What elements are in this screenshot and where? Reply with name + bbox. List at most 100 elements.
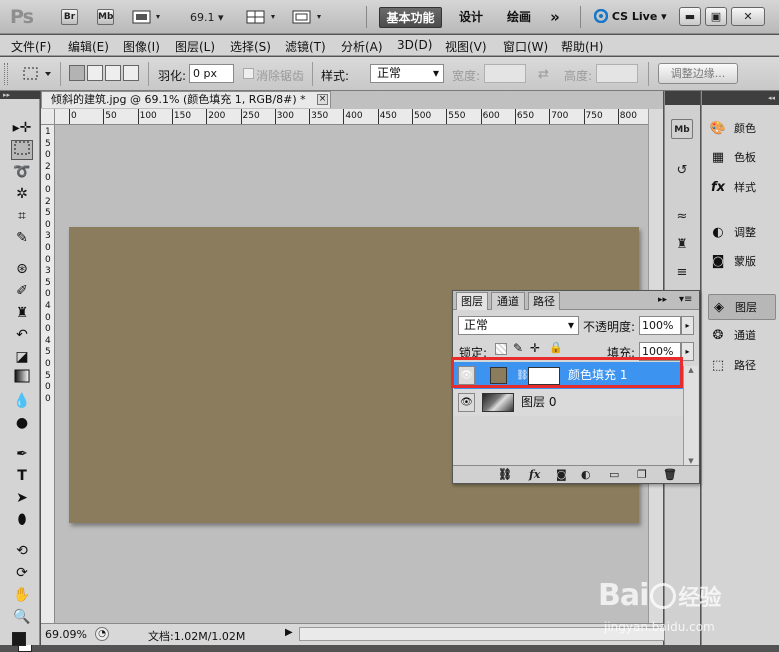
masks-panel-tab[interactable]: ◙ 蒙版 xyxy=(708,249,776,275)
menu-view[interactable]: 视图(V) xyxy=(445,38,487,55)
workspace-design[interactable]: 设计 xyxy=(452,7,490,28)
clone-stamp-tool[interactable]: ♜ xyxy=(11,303,33,323)
tab-layers[interactable]: 图层 xyxy=(456,292,488,310)
brush-panel-icon[interactable]: ≈ xyxy=(671,207,693,227)
zoom-percent-field[interactable]: 69.09% xyxy=(45,628,87,641)
status-menu-arrow-icon[interactable]: ▶ xyxy=(285,627,296,641)
lock-transparent-icon[interactable] xyxy=(495,343,507,355)
spot-healing-tool[interactable]: ⊛ xyxy=(11,259,33,279)
menu-edit[interactable]: 编辑(E) xyxy=(68,38,109,55)
maximize-button[interactable]: ▣ xyxy=(705,7,727,26)
styles-panel-tab[interactable]: fx 样式 xyxy=(708,175,776,201)
hand-tool[interactable]: ✋ xyxy=(11,585,33,605)
minimize-button[interactable]: ▬ xyxy=(679,7,701,26)
feather-input[interactable]: 0 px xyxy=(189,64,234,83)
lock-all-icon[interactable]: 🔒 xyxy=(549,341,563,354)
zoom-tool[interactable]: 🔍 xyxy=(11,607,33,627)
adjustments-panel-tab[interactable]: ◐ 调整 xyxy=(708,220,776,246)
move-tool[interactable]: ▸✛ xyxy=(11,118,33,138)
screen-mode-dropdown[interactable] xyxy=(292,9,326,25)
layer-row-layer0[interactable]: 👁 图层 0 xyxy=(454,389,683,416)
new-group-icon[interactable]: ▭ xyxy=(609,468,619,481)
zoom-level-dropdown[interactable]: 69.1 ▾ xyxy=(190,11,224,24)
layer-name[interactable]: 图层 0 xyxy=(521,389,556,416)
antialias-checkbox[interactable] xyxy=(243,68,254,79)
menu-select[interactable]: 选择(S) xyxy=(230,38,271,55)
dodge-tool[interactable]: ● xyxy=(11,413,33,433)
options-grip[interactable] xyxy=(4,63,8,85)
color-panel-tab[interactable]: 🎨 颜色 xyxy=(708,116,776,142)
vertical-ruler[interactable]: 150200250300350400450500 xyxy=(41,125,55,623)
add-mask-icon[interactable]: ◙ xyxy=(556,468,567,481)
tab-paths[interactable]: 路径 xyxy=(528,292,560,310)
history-brush-tool[interactable]: ↶ xyxy=(11,325,33,345)
more-workspaces-button[interactable]: » xyxy=(545,7,565,28)
arrange-documents-dropdown[interactable] xyxy=(246,9,280,25)
menu-filter[interactable]: 滤镜(T) xyxy=(285,38,326,55)
menu-file[interactable]: 文件(F) xyxy=(11,38,51,55)
type-tool[interactable]: T xyxy=(11,466,33,486)
menu-layer[interactable]: 图层(L) xyxy=(175,38,215,55)
blend-mode-select[interactable]: 正常 ▾ xyxy=(458,316,579,335)
opacity-slider-arrow-icon[interactable]: ▸ xyxy=(681,316,694,335)
path-selection-tool[interactable]: ➤ xyxy=(11,488,33,508)
lasso-tool[interactable]: ➰ xyxy=(11,162,33,182)
layer-image-thumbnail[interactable] xyxy=(482,393,514,412)
panel-collapse-icon[interactable]: ▸▸ xyxy=(658,295,667,305)
ellipse-tool[interactable]: ⬮ xyxy=(11,510,33,530)
close-document-button[interactable]: × xyxy=(317,94,328,105)
layers-scrollbar[interactable]: ▲ ▼ xyxy=(683,366,698,465)
visibility-eye-icon[interactable]: 👁 xyxy=(458,393,475,412)
history-panel-icon[interactable]: ↺ xyxy=(671,161,693,181)
workspace-essentials[interactable]: 基本功能 xyxy=(379,7,442,28)
rectangular-marquee-tool[interactable] xyxy=(11,140,33,160)
layers-panel-tab[interactable]: ◈ 图层 xyxy=(708,294,776,320)
mini-bridge-panel-icon[interactable]: Mb xyxy=(671,119,693,139)
blur-tool[interactable]: 💧 xyxy=(11,391,33,411)
ruler-origin[interactable] xyxy=(41,109,55,125)
panel-menu-icon[interactable]: ▾≡ xyxy=(679,294,692,305)
style-select[interactable]: 正常 ▾ xyxy=(370,64,444,83)
link-layers-icon[interactable]: ⛓ xyxy=(498,468,512,481)
dock-collapse-icon[interactable]: ◂◂ xyxy=(702,91,779,105)
new-layer-icon[interactable]: ❐ xyxy=(637,468,647,481)
bridge-button[interactable]: Br xyxy=(61,9,78,25)
menu-analysis[interactable]: 分析(A) xyxy=(341,38,383,55)
intersect-selection-button[interactable] xyxy=(123,65,139,81)
foreground-color-swatch[interactable] xyxy=(12,632,26,646)
3d-rotate-tool[interactable]: ⟲ xyxy=(11,541,33,561)
add-selection-button[interactable] xyxy=(87,65,103,81)
menu-window[interactable]: 窗口(W) xyxy=(503,38,548,55)
layer-style-icon[interactable]: fx xyxy=(529,468,540,481)
quick-selection-tool[interactable]: ✲ xyxy=(11,184,33,204)
menu-image[interactable]: 图像(I) xyxy=(123,38,160,55)
tools-collapse-icon[interactable]: ▸▸ xyxy=(0,91,40,99)
gradient-tool[interactable] xyxy=(11,369,33,389)
view-extras-dropdown[interactable] xyxy=(132,9,164,25)
new-selection-button[interactable] xyxy=(69,65,85,81)
cs-live-button[interactable]: CS Live ▾ xyxy=(593,8,667,24)
brush-tool[interactable]: ✐ xyxy=(11,281,33,301)
crop-tool[interactable]: ⌗ xyxy=(11,206,33,226)
close-window-button[interactable]: ✕ xyxy=(731,7,765,26)
width-input[interactable] xyxy=(484,64,526,83)
new-adjustment-layer-icon[interactable]: ◐ xyxy=(581,468,591,481)
eyedropper-tool[interactable]: ✎ xyxy=(11,228,33,248)
opacity-input[interactable]: 100% xyxy=(639,316,681,335)
swatches-panel-tab[interactable]: ▦ 色板 xyxy=(708,145,776,171)
horizontal-ruler[interactable]: 0 50 100 150 200 250 300 350 400 450 500 550 600 650 7… xyxy=(55,109,648,125)
menu-3d[interactable]: 3D(D) xyxy=(397,38,432,52)
eraser-tool[interactable]: ◪ xyxy=(11,347,33,367)
mini-bridge-button[interactable]: Mb xyxy=(97,9,114,25)
height-input[interactable] xyxy=(596,64,638,83)
paths-panel-tab[interactable]: ⬚ 路径 xyxy=(708,353,776,379)
character-panel-icon[interactable]: ≡ xyxy=(671,263,693,283)
pen-tool[interactable]: ✒ xyxy=(11,444,33,464)
status-info-icon[interactable]: ◔ xyxy=(95,627,109,641)
lock-position-icon[interactable]: ✛ xyxy=(530,341,540,355)
swap-icon[interactable]: ⇄ xyxy=(538,67,549,82)
3d-orbit-tool[interactable]: ⟳ xyxy=(11,563,33,583)
subtract-selection-button[interactable] xyxy=(105,65,121,81)
menu-help[interactable]: 帮助(H) xyxy=(561,38,603,55)
tab-channels[interactable]: 通道 xyxy=(491,292,525,310)
